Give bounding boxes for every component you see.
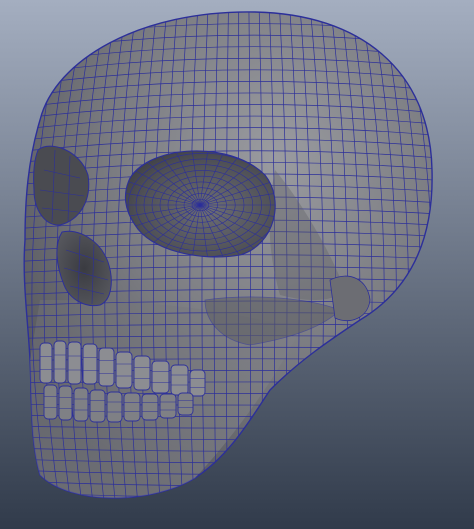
tooth bbox=[58, 385, 73, 421]
3d-viewport[interactable] bbox=[0, 0, 474, 529]
tooth bbox=[89, 389, 106, 423]
tooth bbox=[133, 355, 151, 391]
tooth bbox=[159, 393, 177, 419]
tooth bbox=[141, 393, 159, 421]
tooth bbox=[151, 360, 170, 394]
tooth bbox=[170, 364, 189, 396]
tooth bbox=[43, 384, 58, 420]
tooth bbox=[123, 392, 141, 422]
tooth bbox=[67, 341, 82, 385]
tooth bbox=[98, 347, 115, 387]
tooth bbox=[53, 340, 67, 384]
tooth bbox=[115, 351, 133, 389]
tooth bbox=[73, 387, 89, 422]
tooth bbox=[82, 343, 98, 385]
tooth bbox=[106, 391, 123, 423]
tooth bbox=[189, 369, 206, 397]
tooth bbox=[39, 342, 53, 384]
tooth bbox=[177, 392, 194, 416]
